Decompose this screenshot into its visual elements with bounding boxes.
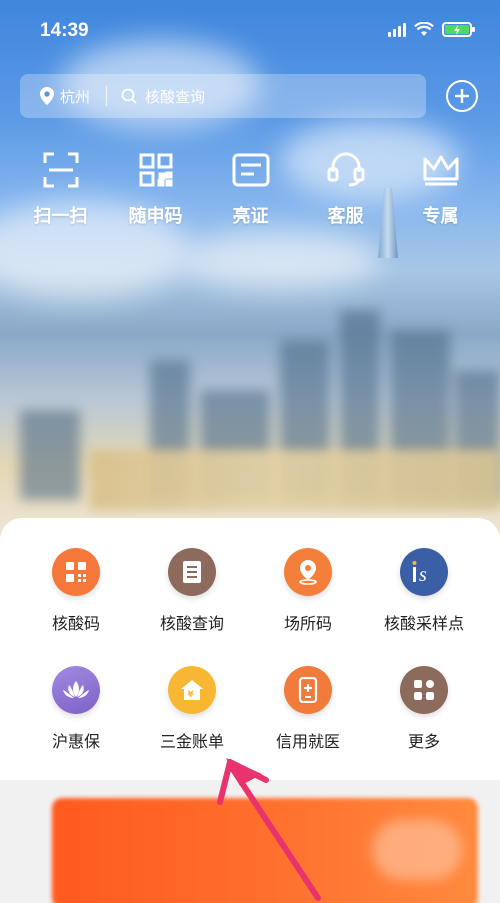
service-label: 核酸码 [51, 614, 100, 633]
search-icon [121, 88, 137, 104]
service-label: 场所码 [283, 614, 332, 633]
crown-icon [421, 150, 461, 190]
service-sampling-point[interactable]: s 核酸采样点 [366, 548, 482, 634]
search-bar[interactable]: 杭州 核酸查询 [20, 74, 426, 118]
service-sanjin-bill[interactable]: ¥ 三金账单 [134, 666, 250, 752]
quick-customer-service[interactable]: 客服 [298, 150, 393, 228]
service-hu-hui-bao[interactable]: 沪惠保 [18, 666, 134, 752]
plus-icon [455, 89, 469, 103]
wifi-icon [414, 22, 434, 36]
document-list-icon [168, 548, 216, 596]
search-input[interactable]: 核酸查询 [121, 86, 205, 107]
service-grid: 核酸码 核酸查询 场所码 s 核酸采样点 沪惠保 ¥ 三金账单 信用就医 更多 [18, 548, 482, 752]
svg-text:¥: ¥ [188, 690, 195, 700]
service-label: 核酸采样点 [383, 614, 464, 633]
service-credit-medical[interactable]: 信用就医 [250, 666, 366, 752]
divider [106, 86, 108, 106]
headset-icon [326, 150, 366, 190]
quick-label: 随申码 [128, 206, 183, 227]
scan-icon [41, 150, 81, 190]
service-label: 沪惠保 [51, 732, 100, 751]
quick-exclusive[interactable]: 专属 [393, 150, 488, 228]
battery-icon [442, 22, 475, 37]
promo-area [0, 780, 500, 903]
quick-label: 客服 [327, 206, 364, 227]
location-pin-icon [40, 87, 54, 105]
status-bar: 14:39 [0, 0, 500, 62]
service-more[interactable]: 更多 [366, 666, 482, 752]
quick-label: 亮证 [232, 206, 269, 227]
sampling-point-icon: s [400, 548, 448, 596]
quick-label: 扫一扫 [33, 206, 88, 227]
qr-code-icon [52, 548, 100, 596]
more-grid-icon [400, 666, 448, 714]
service-venue-code[interactable]: 场所码 [250, 548, 366, 634]
id-card-icon [231, 150, 271, 190]
service-nucleic-query[interactable]: 核酸查询 [134, 548, 250, 634]
medical-phone-icon [284, 666, 332, 714]
location-selector[interactable]: 杭州 [20, 86, 106, 107]
quick-show-id[interactable]: 亮证 [203, 150, 298, 228]
location-pin-icon [284, 548, 332, 596]
house-yen-icon: ¥ [168, 666, 216, 714]
service-nucleic-code[interactable]: 核酸码 [18, 548, 134, 634]
quick-actions: 扫一扫 随申码 亮证 客服 专属 [0, 150, 500, 228]
quick-label: 专属 [422, 206, 459, 227]
quick-scan[interactable]: 扫一扫 [13, 150, 108, 228]
city-label: 杭州 [60, 87, 91, 106]
search-placeholder: 核酸查询 [145, 87, 206, 106]
qr-code-icon [136, 150, 176, 190]
signal-icon [388, 22, 406, 37]
svg-text:s: s [419, 564, 427, 585]
service-card: 核酸码 核酸查询 场所码 s 核酸采样点 沪惠保 ¥ 三金账单 信用就医 更多 [0, 518, 500, 780]
service-label: 更多 [407, 732, 440, 751]
lotus-icon [52, 666, 100, 714]
quick-health-code[interactable]: 随申码 [108, 150, 203, 228]
service-label: 信用就医 [275, 732, 340, 751]
service-label: 三金账单 [159, 732, 224, 751]
status-time: 14:39 [40, 20, 89, 41]
add-button[interactable] [446, 80, 478, 112]
service-label: 核酸查询 [159, 614, 224, 633]
